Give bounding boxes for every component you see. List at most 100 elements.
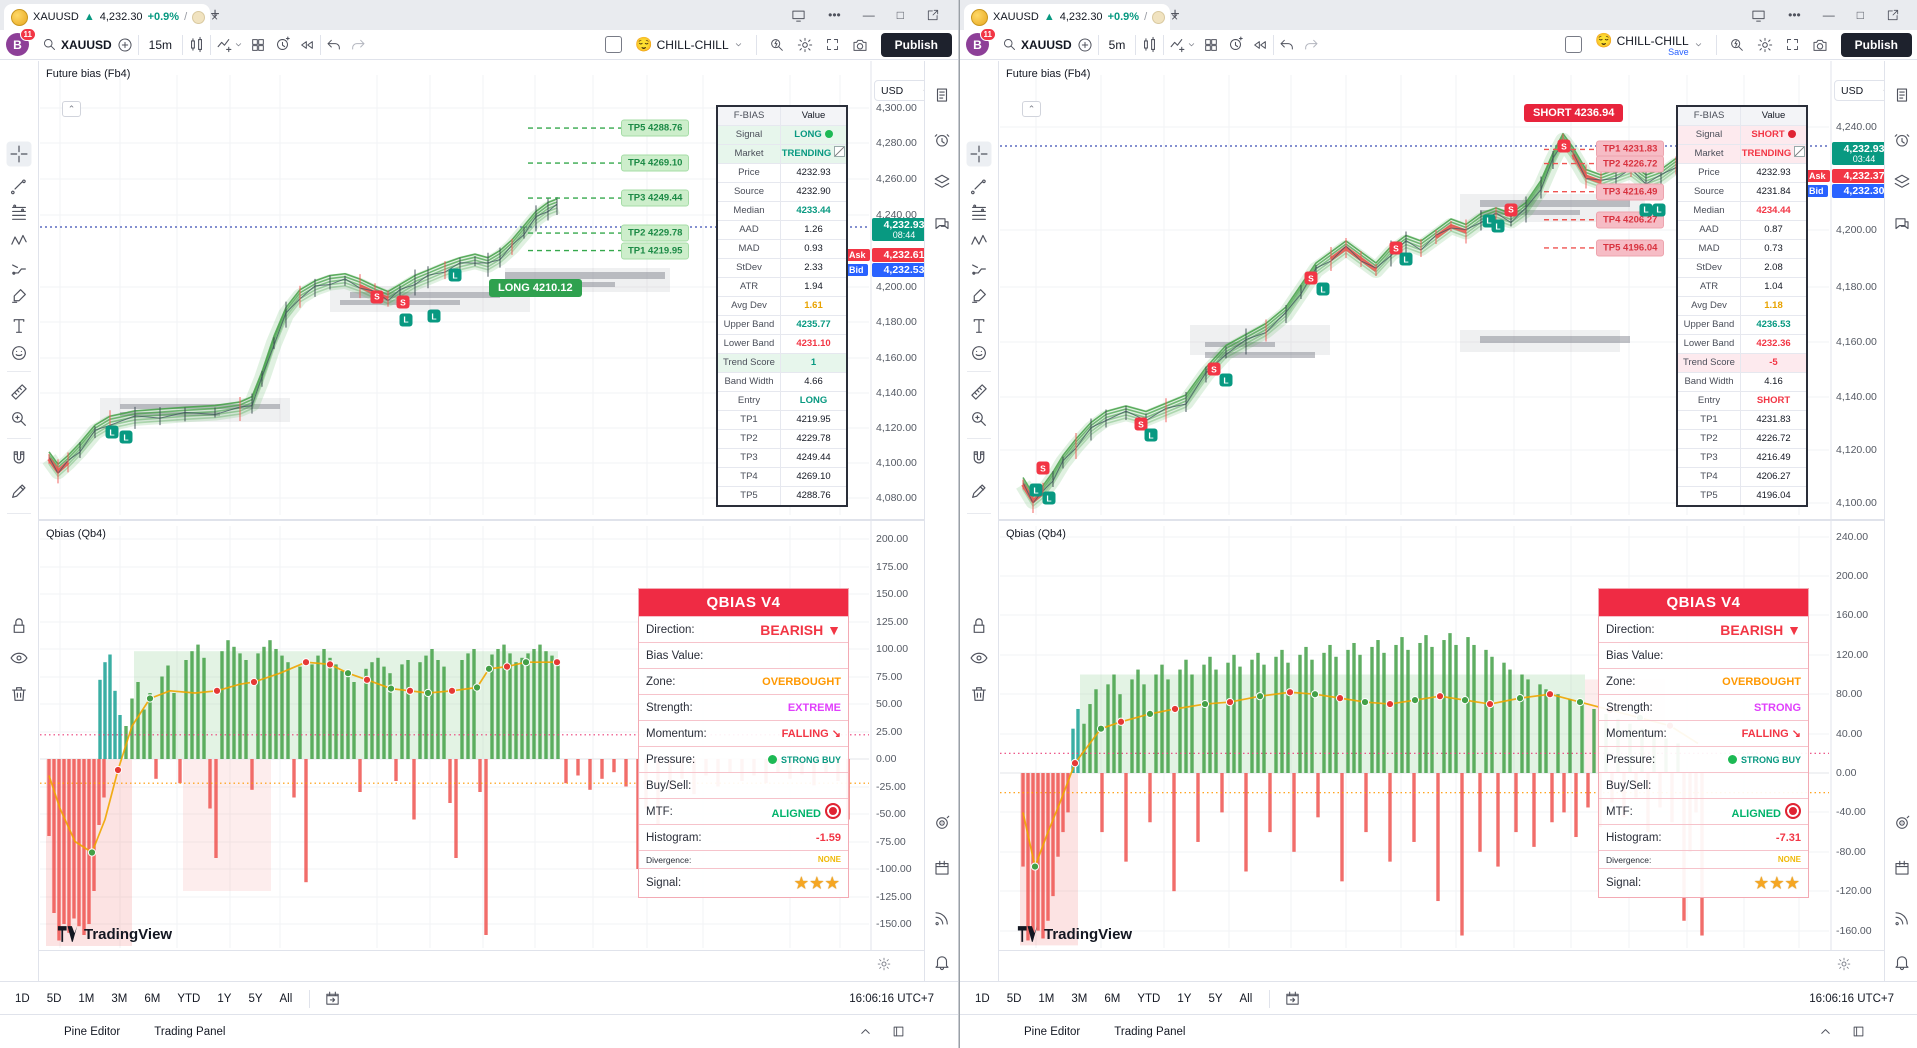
- time-axis[interactable]: [960, 950, 1885, 982]
- pattern-icon[interactable]: [10, 232, 29, 251]
- grid-icon[interactable]: [1203, 37, 1219, 53]
- goto-date-icon[interactable]: [324, 990, 341, 1007]
- redo-icon[interactable]: [350, 37, 366, 53]
- magnet-icon[interactable]: [970, 450, 989, 469]
- fib-icon[interactable]: [970, 204, 989, 223]
- range-button-1y[interactable]: 1Y: [217, 993, 231, 1005]
- indicators-icon[interactable]: [216, 36, 233, 53]
- gear-icon[interactable]: [1837, 957, 1851, 971]
- more-icon[interactable]: •••: [1788, 8, 1801, 22]
- text-icon[interactable]: [970, 317, 989, 336]
- fullscreen-icon[interactable]: [825, 37, 840, 52]
- minimize-icon[interactable]: —: [1823, 8, 1835, 22]
- redo-icon[interactable]: [1303, 37, 1319, 53]
- goto-date-icon[interactable]: [1284, 990, 1301, 1007]
- status-tab-pine-editor[interactable]: Pine Editor: [64, 1026, 120, 1038]
- interval-button[interactable]: 5m: [1104, 33, 1131, 57]
- chevron-up-icon[interactable]: [1818, 1024, 1833, 1039]
- hotlist-icon[interactable]: [933, 814, 951, 832]
- more-icon[interactable]: •••: [828, 8, 841, 22]
- eye-icon[interactable]: [970, 649, 989, 668]
- new-tab-button[interactable]: +: [1164, 5, 1186, 27]
- user-avatar[interactable]: B11: [6, 33, 29, 56]
- trash-icon[interactable]: [970, 685, 989, 704]
- text-icon[interactable]: [10, 317, 29, 336]
- details-icon[interactable]: [933, 86, 951, 104]
- range-button-all[interactable]: All: [1240, 993, 1253, 1005]
- range-button-1d[interactable]: 1D: [975, 993, 990, 1005]
- minimize-icon[interactable]: —: [863, 8, 875, 22]
- fib-icon[interactable]: [10, 204, 29, 223]
- lock-icon[interactable]: [970, 617, 989, 636]
- layers-icon[interactable]: [1893, 173, 1911, 191]
- range-button-3m[interactable]: 3M: [111, 993, 127, 1005]
- range-button-1y[interactable]: 1Y: [1177, 993, 1191, 1005]
- maximize-icon[interactable]: □: [1857, 8, 1864, 22]
- indicators-icon[interactable]: [1169, 36, 1186, 53]
- crosshair-icon[interactable]: [967, 142, 992, 167]
- forecast-icon[interactable]: [10, 260, 29, 279]
- panel-max-icon[interactable]: [1851, 1024, 1866, 1039]
- range-button-5d[interactable]: 5D: [1007, 993, 1022, 1005]
- alert-clock-icon[interactable]: [1227, 36, 1244, 53]
- range-button-ytd[interactable]: YTD: [1137, 993, 1160, 1005]
- eye-icon[interactable]: [10, 649, 29, 668]
- rss-icon[interactable]: [933, 909, 951, 927]
- camera-icon[interactable]: [852, 37, 868, 53]
- pattern-icon[interactable]: [970, 232, 989, 251]
- range-button-1d[interactable]: 1D: [15, 993, 30, 1005]
- range-button-1m[interactable]: 1M: [78, 993, 94, 1005]
- range-button-1m[interactable]: 1M: [1038, 993, 1054, 1005]
- magic-icon[interactable]: [1729, 37, 1745, 53]
- undo-icon[interactable]: [326, 37, 342, 53]
- bell-icon[interactable]: [933, 953, 951, 971]
- zoom-in-icon[interactable]: [970, 410, 989, 429]
- popout-icon[interactable]: [1886, 8, 1900, 22]
- alarm-icon[interactable]: [933, 131, 951, 149]
- trend-line-icon[interactable]: [970, 176, 989, 195]
- pencil-icon[interactable]: [10, 482, 29, 501]
- user-avatar[interactable]: B11: [966, 33, 989, 56]
- symbol-search-button[interactable]: XAUUSD: [997, 33, 1077, 57]
- hotlist-icon[interactable]: [1893, 814, 1911, 832]
- status-tab-pine-editor[interactable]: Pine Editor: [1024, 1026, 1080, 1038]
- pane-collapse-button[interactable]: ⌃: [1022, 101, 1041, 117]
- layout-menu-button[interactable]: 😌CHILL-CHILL: [630, 33, 748, 57]
- range-button-6m[interactable]: 6M: [144, 993, 160, 1005]
- emoji-icon[interactable]: [970, 344, 989, 363]
- chev-icon[interactable]: [1186, 39, 1197, 50]
- calendar-icon[interactable]: [933, 859, 951, 877]
- rss-icon[interactable]: [1893, 909, 1911, 927]
- brush-icon[interactable]: [970, 287, 989, 306]
- browser-tab[interactable]: XAUUSD▲4,232.30+0.9%/×: [4, 4, 210, 30]
- zoom-in-icon[interactable]: [10, 410, 29, 429]
- maximize-icon[interactable]: □: [897, 8, 904, 22]
- chevron-up-icon[interactable]: [858, 1024, 873, 1039]
- layout-checkbox[interactable]: [605, 36, 622, 53]
- gear-icon[interactable]: [797, 37, 813, 53]
- replay-icon[interactable]: [1252, 37, 1268, 53]
- range-button-6m[interactable]: 6M: [1104, 993, 1120, 1005]
- layout-checkbox[interactable]: [1565, 36, 1582, 53]
- bell-icon[interactable]: [1893, 953, 1911, 971]
- brush-icon[interactable]: [10, 287, 29, 306]
- range-button-5y[interactable]: 5Y: [1208, 993, 1222, 1005]
- calendar-icon[interactable]: [1893, 859, 1911, 877]
- new-tab-button[interactable]: +: [204, 5, 226, 27]
- status-tab-trading-panel[interactable]: Trading Panel: [1114, 1026, 1185, 1038]
- time-axis[interactable]: [0, 950, 925, 982]
- details-icon[interactable]: [1893, 86, 1911, 104]
- layout-menu-button[interactable]: 😌CHILL-CHILLSave: [1590, 33, 1708, 57]
- gear-icon[interactable]: [877, 957, 891, 971]
- replay-icon[interactable]: [299, 37, 315, 53]
- publish-button[interactable]: Publish: [881, 33, 952, 57]
- alert-clock-icon[interactable]: [274, 36, 291, 53]
- plus-circle-icon[interactable]: [117, 37, 133, 53]
- chat-icon[interactable]: [933, 215, 951, 233]
- layers-icon[interactable]: [933, 173, 951, 191]
- trash-icon[interactable]: [10, 685, 29, 704]
- lock-icon[interactable]: [10, 617, 29, 636]
- range-button-5y[interactable]: 5Y: [248, 993, 262, 1005]
- range-button-3m[interactable]: 3M: [1071, 993, 1087, 1005]
- cast-icon[interactable]: [791, 8, 806, 23]
